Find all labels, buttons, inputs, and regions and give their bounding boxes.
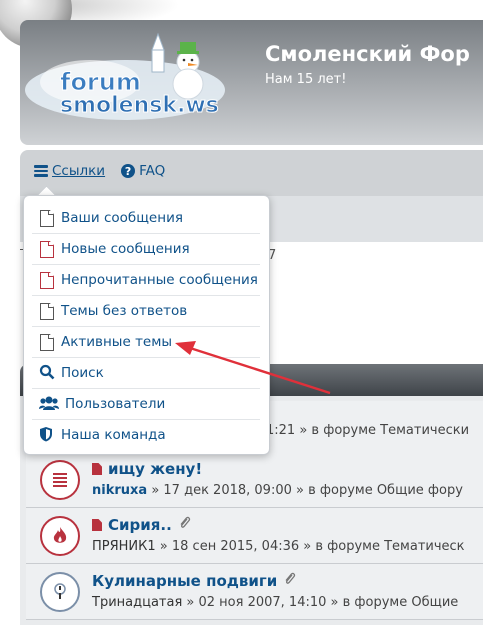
announce-topic-icon <box>40 572 80 612</box>
page-icon <box>39 302 55 320</box>
site-title[interactable]: Смоленский Фор <box>265 42 470 66</box>
topic-meta: » 17 дек 2018, 09:00 » в форуме Общие фо… <box>147 483 463 498</box>
attachment-icon <box>283 572 296 590</box>
attachment-icon <box>178 516 191 534</box>
new-post-icon <box>92 519 102 531</box>
topic-title-link[interactable]: Кулинарные подвиги <box>92 572 296 590</box>
topic-author[interactable]: ПРЯНИК1 <box>92 539 156 554</box>
menu-item-active-topics[interactable]: Активные темы <box>32 327 260 358</box>
menu-item-label: Активные темы <box>61 334 173 350</box>
topic-meta-line: ПРЯНИК1 » 18 сен 2015, 04:36 » в форуме … <box>92 539 465 554</box>
quick-links-dropdown: Ваши сообщения Новые сообщения Непрочита… <box>23 195 270 455</box>
topic-title: Сирия.. <box>108 516 172 534</box>
topic-title-link[interactable]: Сирия.. <box>92 516 191 534</box>
topic-row[interactable]: Кулинарные подвиги Тринадцатая » 02 ноя … <box>26 564 483 620</box>
site-description: Нам 15 лет! <box>265 72 347 87</box>
new-post-icon <box>92 463 102 475</box>
page-icon <box>39 209 55 227</box>
topic-title-link[interactable]: ищу жену! <box>92 460 202 478</box>
fire-topic-icon <box>40 516 80 556</box>
menu-item-team[interactable]: Наша команда <box>32 420 260 450</box>
menu-item-unread-posts[interactable]: Непрочитанные сообщения <box>32 265 260 296</box>
menu-item-label: Поиск <box>61 365 104 381</box>
topic-title: ищу жену! <box>108 460 203 478</box>
menu-item-members[interactable]: Пользователи <box>32 389 260 420</box>
users-icon <box>39 395 59 413</box>
nav-links: Ссылки ? FAQ <box>34 163 165 179</box>
page-icon <box>39 333 55 351</box>
quick-links-button[interactable]: Ссылки <box>34 163 105 179</box>
menu-item-label: Новые сообщения <box>61 241 190 257</box>
quick-links-label: Ссылки <box>52 163 106 179</box>
faq-link[interactable]: ? FAQ <box>113 163 165 179</box>
logo-text-1: forum <box>60 68 141 96</box>
hot-topic-icon <box>40 460 80 500</box>
menu-item-new-posts[interactable]: Новые сообщения <box>32 234 260 265</box>
menu-item-label: Наша команда <box>61 427 166 443</box>
topic-meta-line: nikruxa » 17 дек 2018, 09:00 » в форуме … <box>92 483 463 498</box>
page-red-icon <box>39 271 55 289</box>
topic-author[interactable]: nikruxa <box>92 483 147 498</box>
topic-meta: » 18 сен 2015, 04:36 » в форуме Тематиче… <box>155 539 465 554</box>
shield-icon <box>39 426 55 444</box>
site-logo[interactable]: forum smolensk.ws <box>20 20 230 120</box>
topic-meta: » 02 ноя 2007, 14:10 » в форуме Общие <box>182 595 459 610</box>
menu-item-search[interactable]: Поиск <box>32 358 260 389</box>
topic-row[interactable]: Сирия.. ПРЯНИК1 » 18 сен 2015, 04:36 » в… <box>26 508 483 564</box>
topic-meta: 1:21 » в форуме Тематически <box>266 423 470 438</box>
menu-item-label: Непрочитанные сообщения <box>61 272 258 288</box>
topic-meta-line: Тринадцатая » 02 ноя 2007, 14:10 » в фор… <box>92 595 458 610</box>
faq-label: FAQ <box>139 163 166 179</box>
question-circle-icon: ? <box>121 164 136 178</box>
hamburger-icon <box>34 165 48 177</box>
menu-item-your-posts[interactable]: Ваши сообщения <box>32 203 260 234</box>
logo-text-2: smolensk.ws <box>60 93 219 118</box>
topic-row[interactable]: ищу жену! nikruxa » 17 дек 2018, 09:00 »… <box>26 452 483 508</box>
menu-item-label: Ваши сообщения <box>61 210 183 226</box>
topic-author[interactable]: Тринадцатая <box>92 595 182 610</box>
page-red-icon <box>39 240 55 258</box>
search-icon <box>39 364 55 382</box>
menu-item-label: Темы без ответов <box>61 303 188 319</box>
topic-title: Кулинарные подвиги <box>92 572 278 590</box>
menu-item-label: Пользователи <box>65 396 166 412</box>
menu-item-unanswered-topics[interactable]: Темы без ответов <box>32 296 260 327</box>
